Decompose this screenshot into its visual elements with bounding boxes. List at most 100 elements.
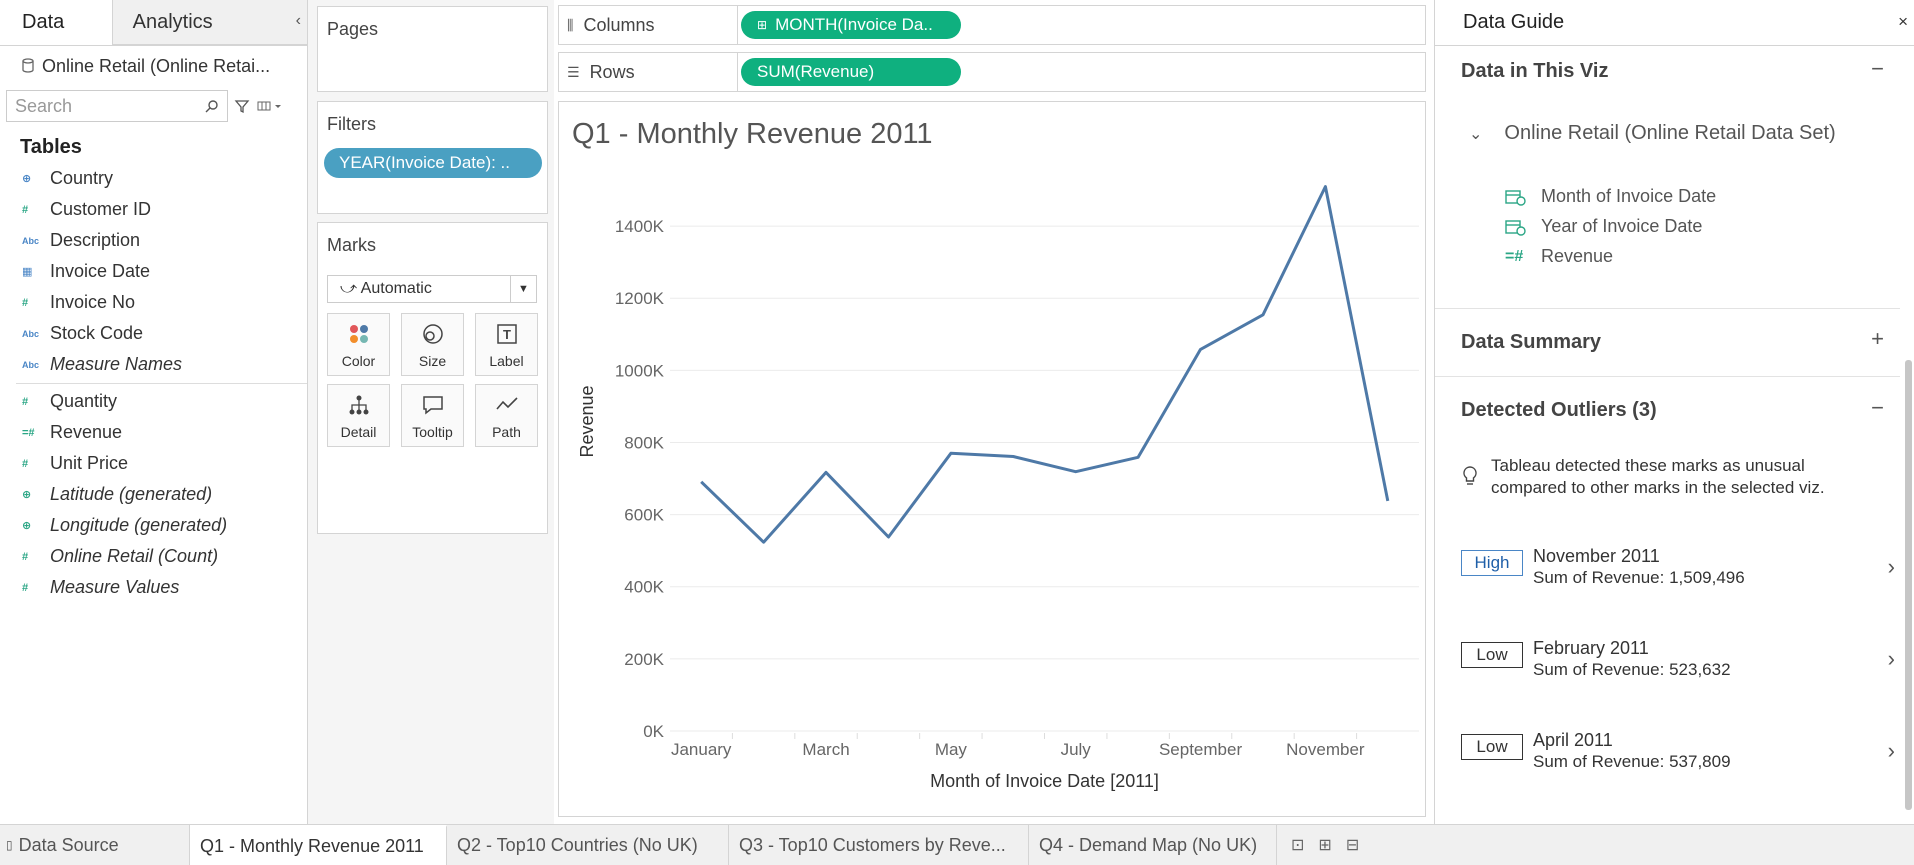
pane-tabs: Data Analytics ‹ xyxy=(0,0,307,46)
collapse-minus-icon[interactable]: − xyxy=(1871,395,1884,421)
data-in-viz-heading[interactable]: Data in This Viz xyxy=(1461,60,1608,83)
filters-card[interactable]: Filters YEAR(Invoice Date): .. xyxy=(317,101,548,214)
tooltip-mark-button[interactable]: Tooltip xyxy=(401,384,464,447)
guide-field-revenue: =# Revenue xyxy=(1505,246,1613,267)
detail-mark-button[interactable]: Detail xyxy=(327,384,390,447)
outlier-title: November 2011 xyxy=(1533,546,1660,566)
outlier-item-high[interactable]: High November 2011 Sum of Revenue: 1,509… xyxy=(1461,546,1895,592)
tab-data-source[interactable]: ▯ Data Source xyxy=(0,825,190,865)
y-tick-label: 1400K xyxy=(615,217,665,236)
guide-field-month: Month of Invoice Date xyxy=(1505,186,1716,207)
tableau-workbook: Data Analytics ‹ Online Retail (Online R… xyxy=(0,0,1914,865)
field-item[interactable]: Abc Measure Names xyxy=(0,349,307,380)
outlier-value: Sum of Revenue: 523,632 xyxy=(1533,660,1731,679)
filter-pill-year[interactable]: YEAR(Invoice Date): .. xyxy=(324,148,542,178)
data-point xyxy=(1321,183,1329,191)
data-pane: Data Analytics ‹ Online Retail (Online R… xyxy=(0,0,308,824)
tooltip-label: Tooltip xyxy=(412,424,453,440)
field-item[interactable]: Abc Description xyxy=(0,225,307,256)
field-item[interactable]: # Quantity xyxy=(0,386,307,417)
viz-area[interactable]: Q1 - Monthly Revenue 2011 0K 200K 400K 600K… xyxy=(558,101,1426,817)
marks-title: Marks xyxy=(327,235,376,255)
chevron-right-icon: › xyxy=(1887,738,1895,763)
new-dashboard-icon[interactable]: ⊞ xyxy=(1318,835,1331,855)
tab-q4[interactable]: Q4 - Demand Map (No UK) xyxy=(1029,825,1277,865)
globe-icon: ⊕ xyxy=(22,489,32,501)
collapse-minus-icon[interactable]: − xyxy=(1871,56,1884,82)
guide-field-label: Month of Invoice Date xyxy=(1541,186,1717,206)
columns-pill-label: MONTH(Invoice Da.. xyxy=(775,15,933,34)
outlier-item-low[interactable]: Low April 2011 Sum of Revenue: 537,809 › xyxy=(1461,730,1895,776)
new-story-icon[interactable]: ⊟ xyxy=(1346,835,1359,855)
rows-pill[interactable]: SUM(Revenue) xyxy=(741,58,961,86)
new-worksheet-icon[interactable]: ⊡ xyxy=(1291,835,1304,855)
data-point xyxy=(822,468,830,476)
field-item[interactable]: ▦ Invoice Date xyxy=(0,256,307,287)
columns-pill[interactable]: ⊞ MONTH(Invoice Da.. xyxy=(741,11,961,39)
tab-q1[interactable]: Q1 - Monthly Revenue 2011 xyxy=(190,825,447,865)
collapse-pane-icon[interactable]: ‹ xyxy=(296,12,301,30)
search-row: Search xyxy=(0,86,307,126)
data-point xyxy=(1197,345,1205,353)
data-point xyxy=(1259,311,1267,319)
y-tick-label: 400K xyxy=(624,578,664,597)
filter-icon[interactable] xyxy=(234,98,250,114)
outliers-heading[interactable]: Detected Outliers (3) xyxy=(1461,399,1657,422)
field-item[interactable]: ⊕ Longitude (generated) xyxy=(0,510,307,541)
tab-q3[interactable]: Q3 - Top10 Customers by Reve... xyxy=(729,825,1029,865)
y-tick-label: 600K xyxy=(624,506,664,525)
field-item[interactable]: # Customer ID xyxy=(0,194,307,225)
calendar-icon xyxy=(1505,219,1526,236)
view-options-icon[interactable] xyxy=(256,99,284,113)
columns-shelf-label: ⫼ Columns xyxy=(567,6,654,44)
datasource-item[interactable]: Online Retail (Online Retai... xyxy=(0,46,307,86)
rows-shelf[interactable]: ☰ Rows SUM(Revenue) xyxy=(558,52,1426,92)
pages-card[interactable]: Pages xyxy=(317,6,548,92)
field-item[interactable]: Abc Stock Code xyxy=(0,318,307,349)
data-point xyxy=(884,533,892,541)
number-icon: # xyxy=(22,203,29,216)
new-sheet-buttons: ⊡ ⊞ ⊟ xyxy=(1277,835,1359,855)
globe-icon: ⊕ xyxy=(22,173,32,185)
size-icon xyxy=(402,322,463,352)
guide-field-label: Revenue xyxy=(1541,246,1614,266)
outlier-item-low[interactable]: Low February 2011 Sum of Revenue: 523,63… xyxy=(1461,638,1895,684)
mark-type-select[interactable]: ⤻ Automatic ▼ xyxy=(327,275,537,303)
columns-shelf[interactable]: ⫼ Columns ⊞ MONTH(Invoice Da.. xyxy=(558,5,1426,45)
size-mark-button[interactable]: Size xyxy=(401,313,464,376)
guide-scrollbar[interactable] xyxy=(1905,360,1912,810)
field-label: Invoice Date xyxy=(50,261,151,281)
data-guide-pane: Data Guide × Data in This Viz − ⌄ Online… xyxy=(1434,0,1914,824)
tab-analytics[interactable]: Analytics xyxy=(112,0,307,45)
columns-icon: ⫼ xyxy=(567,16,574,33)
x-tick-label: May xyxy=(935,740,968,759)
field-item[interactable]: ⊕ Latitude (generated) xyxy=(0,479,307,510)
field-item[interactable]: # Invoice No xyxy=(0,287,307,318)
field-item[interactable]: ⊕ Country xyxy=(0,163,307,194)
path-mark-button[interactable]: Path xyxy=(475,384,538,447)
x-tick-label: March xyxy=(802,740,849,759)
field-item[interactable]: =# Revenue xyxy=(0,417,307,448)
color-mark-button[interactable]: Color xyxy=(327,313,390,376)
search-input[interactable]: Search xyxy=(6,90,228,122)
field-label: Country xyxy=(50,168,114,188)
search-placeholder: Search xyxy=(15,95,73,116)
shelf-divider xyxy=(737,6,738,44)
columns-label: Columns xyxy=(583,14,655,35)
field-item[interactable]: # Online Retail (Count) xyxy=(0,541,307,572)
data-summary-heading[interactable]: Data Summary xyxy=(1461,331,1601,354)
tables-heading: Tables xyxy=(20,136,82,158)
close-icon[interactable]: × xyxy=(1898,12,1908,32)
date-pill-icon: ⊞ xyxy=(757,18,768,32)
tab-data[interactable]: Data xyxy=(0,0,113,45)
number-icon: # xyxy=(22,395,29,408)
field-item[interactable]: # Unit Price xyxy=(0,448,307,479)
expand-plus-icon[interactable]: + xyxy=(1871,326,1884,352)
revenue-line xyxy=(700,185,1390,544)
line-chart[interactable]: 0K 200K 400K 600K 800K 1000K 1200K 1400K January… xyxy=(559,102,1425,816)
y-tick-label: 200K xyxy=(624,650,664,669)
field-item[interactable]: # Measure Values xyxy=(0,572,307,603)
guide-datasource-row[interactable]: ⌄ Online Retail (Online Retail Data Set) xyxy=(1469,122,1836,145)
tab-q2[interactable]: Q2 - Top10 Countries (No UK) xyxy=(447,825,729,865)
label-mark-button[interactable]: T Label xyxy=(475,313,538,376)
